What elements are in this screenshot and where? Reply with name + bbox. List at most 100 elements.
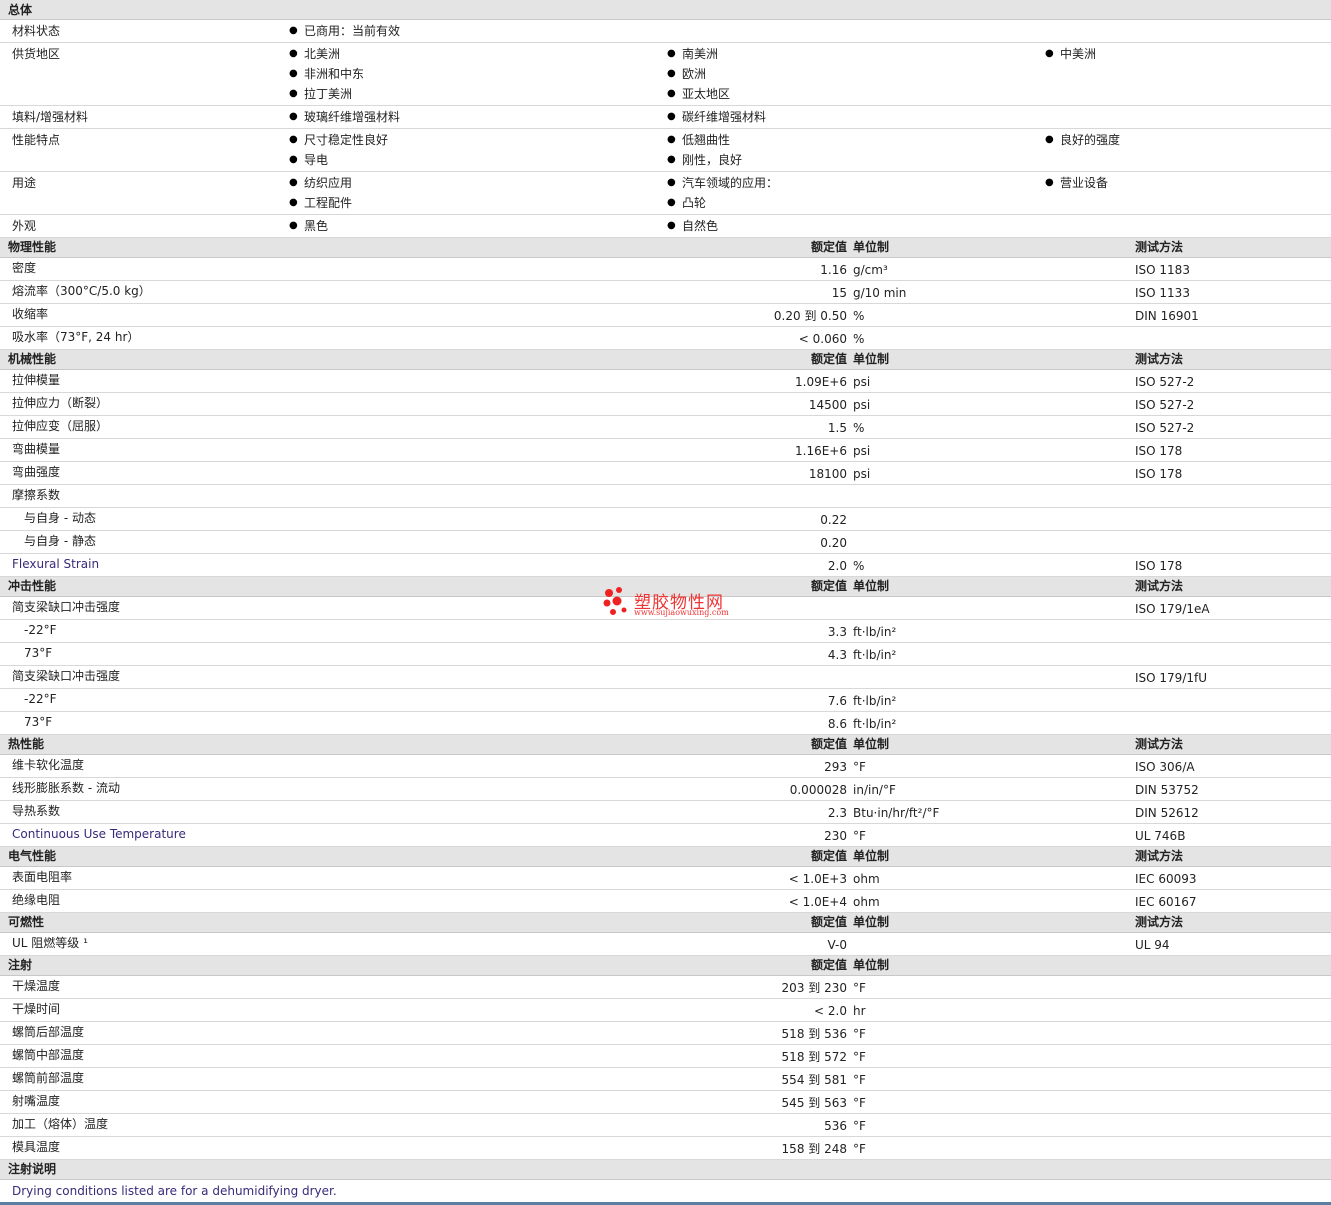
bullet-item: 非洲和中东 <box>289 64 364 84</box>
property-unit: °F <box>853 1073 866 1087</box>
property-label: 模具温度 <box>12 1140 61 1154</box>
test-method: ISO 1183 <box>1135 263 1190 277</box>
property-value: 1.16 <box>820 263 847 277</box>
property-label: 螺筒后部温度 <box>12 1025 85 1039</box>
header-unit: 单位制 <box>853 915 890 929</box>
property-label: 73°F <box>24 646 53 660</box>
property-label: 弯曲强度 <box>12 465 61 479</box>
property-label: -22°F <box>24 623 57 637</box>
property-row: 弯曲强度 18100 psi ISO 178 <box>0 462 1331 485</box>
test-method: ISO 306/A <box>1135 760 1195 774</box>
property-row: 干燥温度 203 到 230 °F <box>0 976 1331 999</box>
property-value: 2.3 <box>827 806 847 820</box>
property-row: 73°F 4.3 ft·lb/in² <box>0 643 1331 666</box>
property-unit: psi <box>853 444 871 458</box>
header-test: 测试方法 <box>1135 579 1184 593</box>
test-method: ISO 178 <box>1135 559 1183 573</box>
property-unit: psi <box>853 398 871 412</box>
test-method: DIN 52612 <box>1135 806 1199 820</box>
row-label: 性能特点 <box>12 133 61 147</box>
property-unit: Btu·in/hr/ft²/°F <box>853 806 940 820</box>
property-value: 536 <box>824 1119 847 1133</box>
section-header: 电气性能 额定值 单位制 测试方法 <box>0 847 1331 867</box>
note-text: Drying conditions listed are for a dehum… <box>12 1184 337 1198</box>
property-label: 线形膨胀系数 - 流动 <box>12 781 120 795</box>
property-row: 绝缘电阻 < 1.0E+4 ohm IEC 60167 <box>0 890 1331 913</box>
bullet-item: 良好的强度 <box>1045 130 1120 150</box>
row-label: 用途 <box>12 176 37 190</box>
property-unit: in/in/°F <box>853 783 896 797</box>
section-title: 可燃性 <box>8 915 45 929</box>
property-unit: ohm <box>853 895 880 909</box>
bullet-item: 黑色 <box>289 216 328 236</box>
bullet-item: 尺寸稳定性良好 <box>289 130 388 150</box>
property-unit: ft·lb/in² <box>853 717 897 731</box>
property-value: 293 <box>824 760 847 774</box>
property-unit: ft·lb/in² <box>853 648 897 662</box>
test-method: ISO 527-2 <box>1135 375 1195 389</box>
test-method: ISO 1133 <box>1135 286 1190 300</box>
general-row: 材料状态 已商用：当前有效 <box>0 20 1331 43</box>
watermark-url: www.sujiaowuxing.com <box>634 608 729 617</box>
row-label: 供货地区 <box>12 47 61 61</box>
property-value: 4.3 <box>827 648 847 662</box>
property-row: 拉伸模量 1.09E+6 psi ISO 527-2 <box>0 370 1331 393</box>
header-value: 额定值 <box>810 915 847 929</box>
property-row: UL 阻燃等级 ¹ V-0 UL 94 <box>0 933 1331 956</box>
test-method: IEC 60093 <box>1135 872 1197 886</box>
property-label[interactable]: Flexural Strain <box>12 554 99 574</box>
property-row: 表面电阻率 < 1.0E+3 ohm IEC 60093 <box>0 867 1331 890</box>
general-row: 用途 纺织应用工程配件 汽车领域的应用：凸轮 营业设备 <box>0 172 1331 215</box>
property-label: 拉伸应变（屈服） <box>12 419 109 433</box>
property-label: 螺筒中部温度 <box>12 1048 85 1062</box>
bullet-item: 自然色 <box>667 216 718 236</box>
bullet-item: 汽车领域的应用： <box>667 173 778 193</box>
property-value: 554 到 581 <box>781 1073 847 1087</box>
property-value: < 2.0 <box>814 1004 847 1018</box>
bullet-item: 碳纤维增强材料 <box>667 107 766 127</box>
header-test: 测试方法 <box>1135 240 1184 254</box>
property-row: 螺筒前部温度 554 到 581 °F <box>0 1068 1331 1091</box>
property-unit: g/cm³ <box>853 263 888 277</box>
property-label: 拉伸模量 <box>12 373 61 387</box>
bullet-item: 纺织应用 <box>289 173 352 193</box>
bullet-item: 欧洲 <box>667 64 706 84</box>
test-method: UL 94 <box>1135 938 1170 952</box>
general-row: 供货地区 北美洲非洲和中东拉丁美洲 南美洲欧洲亚太地区 中美洲 <box>0 43 1331 106</box>
bullet-item: 工程配件 <box>289 193 352 213</box>
test-method: ISO 178 <box>1135 444 1183 458</box>
property-value: < 1.0E+4 <box>788 895 847 909</box>
property-row: 简支梁缺口冲击强度 ISO 179/1fU <box>0 666 1331 689</box>
test-method: UL 746B <box>1135 829 1186 843</box>
property-label: 弯曲模量 <box>12 442 61 456</box>
property-unit: °F <box>853 981 866 995</box>
test-method: ISO 527-2 <box>1135 421 1195 435</box>
test-method: ISO 527-2 <box>1135 398 1195 412</box>
section-title: 总体 <box>8 3 33 17</box>
property-row: 密度 1.16 g/cm³ ISO 1183 <box>0 258 1331 281</box>
header-unit: 单位制 <box>853 240 890 254</box>
section-header: 物理性能 额定值 单位制 测试方法 <box>0 238 1331 258</box>
bullet-item: 低翘曲性 <box>667 130 730 150</box>
header-value: 额定值 <box>810 352 847 366</box>
property-row: 螺筒中部温度 518 到 572 °F <box>0 1045 1331 1068</box>
property-row: -22°F 3.3 ft·lb/in² <box>0 620 1331 643</box>
property-row: Flexural Strain 2.0% ISO 178 <box>0 554 1331 577</box>
property-row: 熔流率（300°C/5.0 kg） 15 g/10 min ISO 1133 <box>0 281 1331 304</box>
header-value: 额定值 <box>810 849 847 863</box>
section-title: 注射 <box>8 958 33 972</box>
property-value: 1.09E+6 <box>795 375 847 389</box>
property-label: 与自身 - 静态 <box>24 534 96 548</box>
test-method: DIN 16901 <box>1135 309 1199 323</box>
test-method: ISO 179/1eA <box>1135 602 1210 616</box>
section-title: 机械性能 <box>8 352 57 366</box>
section-title: 物理性能 <box>8 240 57 254</box>
property-label[interactable]: Continuous Use Temperature <box>12 824 186 844</box>
property-row: 加工（熔体）温度 536 °F <box>0 1114 1331 1137</box>
property-unit: % <box>853 421 865 435</box>
section-title: 热性能 <box>8 737 45 751</box>
watermark-logo: 塑胶物性网 www.sujiaowuxing.com <box>602 586 737 620</box>
header-value: 额定值 <box>810 240 847 254</box>
header-value: 额定值 <box>810 958 847 972</box>
property-label: -22°F <box>24 692 57 706</box>
